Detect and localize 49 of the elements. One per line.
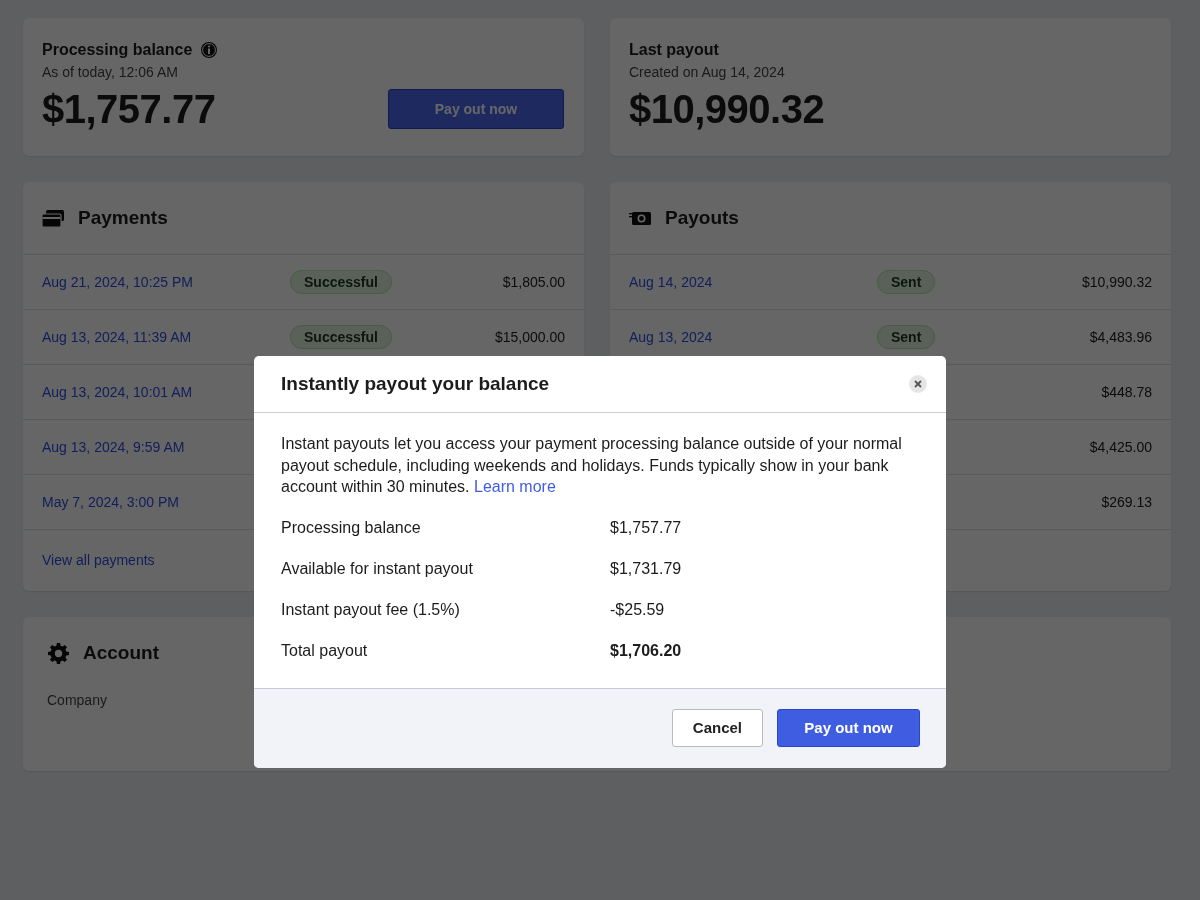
payout-amount: $10,990.32 xyxy=(629,87,826,131)
settings-icon xyxy=(48,643,69,664)
amount-text: $1,805.00 xyxy=(502,272,565,292)
amount-text: $4,483.96 xyxy=(1089,327,1152,347)
pay-out-button[interactable]: Pay out now xyxy=(777,709,920,748)
amount-text: $10,990.32 xyxy=(1081,272,1152,292)
info-icon xyxy=(200,41,219,59)
summary-label: Instant payout fee (1.5%) xyxy=(281,600,461,621)
summary-value: $1,731.79 xyxy=(610,559,682,580)
date-link[interactable]: Aug 13, 2024, 9:59 AM xyxy=(42,438,185,455)
date-link[interactable]: Aug 14, 2024 xyxy=(629,273,713,290)
close-icon xyxy=(914,380,922,388)
section-title: Payments xyxy=(78,205,168,230)
status-badge: Successful xyxy=(290,269,392,294)
card-subtitle: As of today, 12:06 AM xyxy=(42,63,179,82)
section-title: Payouts xyxy=(665,205,739,230)
status-badge: Sent xyxy=(877,269,936,294)
field-label: Company xyxy=(46,691,108,710)
amount-text: $448.78 xyxy=(1101,382,1152,402)
view-all-link[interactable]: View all payments xyxy=(42,552,155,568)
learn-more-link[interactable]: Learn more xyxy=(474,478,556,496)
cards-icon xyxy=(42,209,64,227)
amount-text: $15,000.00 xyxy=(494,327,565,347)
summary-value: -$25.59 xyxy=(610,600,665,621)
cancel-button[interactable]: Cancel xyxy=(671,709,763,748)
dialog-title: Instantly payout your balance xyxy=(281,372,550,396)
card-title: Processing balance xyxy=(42,40,193,60)
close-button[interactable] xyxy=(909,375,927,393)
cash-icon xyxy=(629,210,651,226)
section-title: Account xyxy=(83,641,159,666)
amount-text: $4,425.00 xyxy=(1089,437,1152,457)
date-link[interactable]: May 7, 2024, 3:00 PM xyxy=(42,493,179,510)
status-badge: Sent xyxy=(877,324,936,349)
date-link[interactable]: Aug 13, 2024, 10:01 AM xyxy=(42,383,193,400)
balance-amount: $1,757.77 xyxy=(42,87,216,131)
dialog-description: Instant payouts let you access your payment processing balance outside of your normal payout schedule, including weekends and holidays. Funds typically show in your bank account within 30 minutes. Learn more xyxy=(281,434,903,498)
pay-out-button[interactable]: Pay out now xyxy=(388,89,564,129)
summary-label: Available for instant payout xyxy=(281,559,474,580)
summary-label: Total payout xyxy=(281,641,369,662)
summary-value: $1,757.77 xyxy=(610,518,682,539)
card-subtitle: Created on Aug 14, 2024 xyxy=(629,63,786,82)
date-link[interactable]: Aug 13, 2024 xyxy=(629,328,713,345)
date-link[interactable]: Aug 13, 2024, 11:39 AM xyxy=(42,328,192,345)
summary-label: Processing balance xyxy=(281,518,422,539)
date-link[interactable]: Aug 21, 2024, 10:25 PM xyxy=(42,273,193,290)
card-title: Last payout xyxy=(629,40,720,60)
amount-text: $269.13 xyxy=(1101,492,1152,512)
summary-value: $1,706.20 xyxy=(610,641,682,662)
status-badge: Successful xyxy=(290,324,392,349)
